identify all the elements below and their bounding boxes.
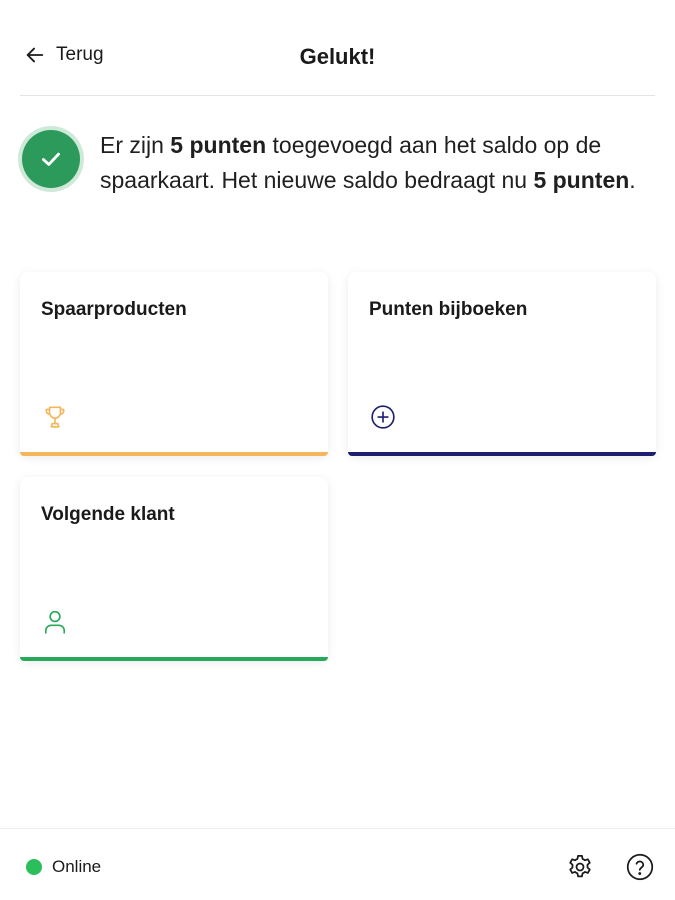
points-added: 5 punten (170, 132, 267, 158)
status-label: Online (52, 857, 102, 876)
tile-spaarproducten[interactable]: Spaarproducten (20, 272, 328, 456)
back-button[interactable]: Terug (24, 44, 104, 66)
plus-circle-icon (371, 405, 395, 429)
tile-label: Punten bijboeken (369, 299, 528, 320)
footer: Online (0, 828, 675, 900)
tile-accent-bar (348, 452, 656, 456)
tile-accent-bar (20, 452, 328, 456)
success-message: Er zijn 5 punten toegevoegd aan het sald… (22, 128, 651, 198)
success-text: Er zijn 5 punten toegevoegd aan het sald… (100, 128, 651, 198)
trophy-icon (45, 406, 65, 428)
new-balance: 5 punten (533, 167, 630, 193)
user-icon (44, 610, 66, 634)
tile-punten-bijboeken[interactable]: Punten bijboeken (348, 272, 656, 456)
message-part-3: . (629, 167, 636, 193)
settings-button[interactable] (566, 853, 594, 881)
page-title: Gelukt! (299, 44, 376, 69)
question-circle-icon (626, 853, 654, 881)
message-part-1: Er zijn (100, 132, 171, 158)
status-dot-icon (26, 859, 42, 875)
gear-icon (569, 855, 591, 878)
tile-accent-bar (20, 657, 328, 661)
back-label: Terug (56, 44, 104, 65)
check-circle-icon (22, 130, 80, 188)
tile-volgende-klant[interactable]: Volgende klant (20, 477, 328, 661)
header: Terug Gelukt! (20, 0, 655, 96)
help-button[interactable] (626, 853, 654, 881)
tile-label: Spaarproducten (41, 299, 187, 320)
app-root: Terug Gelukt! Er zijn 5 punten toegevoeg… (0, 0, 675, 900)
arrow-left-icon (26, 47, 44, 63)
connection-status: Online (26, 857, 101, 877)
tile-label: Volgende klant (41, 504, 175, 525)
